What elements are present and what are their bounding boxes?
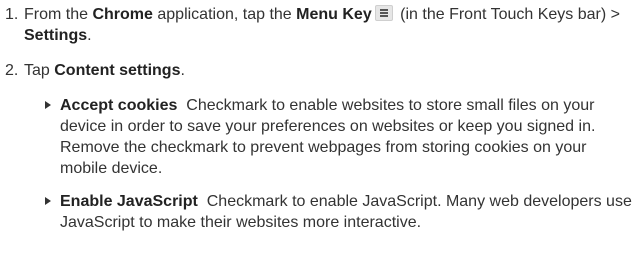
text-run: (in the Front Touch Keys bar) > [395,6,620,23]
settings-label: Settings [24,27,88,44]
bullet-title: Enable JavaScript [60,193,198,210]
app-name-chrome: Chrome [92,6,153,23]
step-2: 2. Tap Content settings. [4,60,634,81]
bullet-title: Accept cookies [60,97,178,114]
menu-key-label: Menu Key [296,6,372,23]
bullet-accept-cookies: Accept cookies Checkmark to enable websi… [4,95,634,179]
text-run: application, tap the [152,6,297,23]
step-number: 2. [5,62,19,79]
text-run: . [180,62,185,79]
step-number: 1. [5,6,19,23]
menu-key-icon [374,5,393,21]
step-1: 1. From the Chrome application, tap the … [4,4,634,46]
text-run: Tap [24,62,55,79]
bullet-triangle-icon [45,197,51,205]
bullet-enable-javascript: Enable JavaScript Checkmark to enable Ja… [4,191,634,233]
step-text: Tap Content settings. [24,60,634,81]
text-run: . [87,27,92,44]
document-page: 1. From the Chrome application, tap the … [4,4,634,245]
content-settings-label: Content settings [54,62,181,79]
text-run: From the [24,6,93,23]
bullet-triangle-icon [45,101,51,109]
step-text: From the Chrome application, tap the Men… [24,4,634,46]
